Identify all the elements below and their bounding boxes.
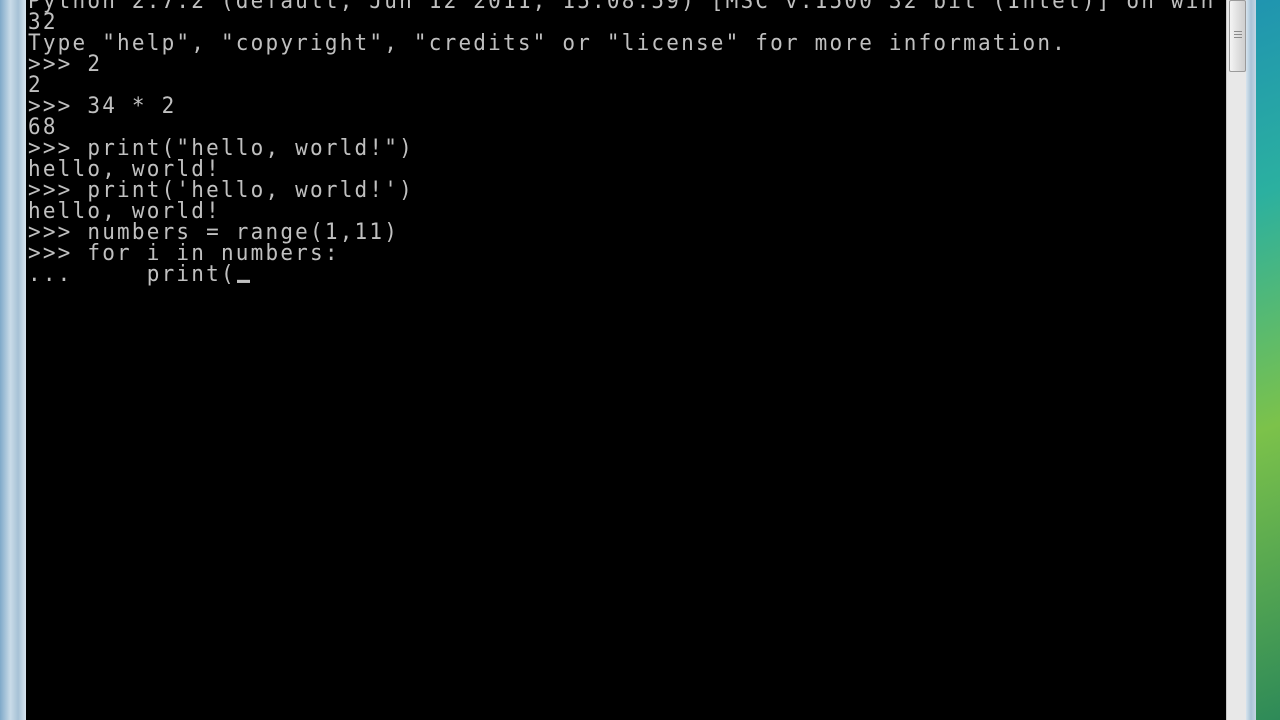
console-line-input: >>> 34 * 2: [28, 92, 177, 119]
console-line-input: >>> print('hello, world!'): [28, 176, 414, 203]
python-console[interactable]: Python 2.7.2 (default, Jun 12 2011, 15:0…: [26, 0, 1226, 720]
console-line-input: >>> print("hello, world!"): [28, 134, 414, 161]
window-frame-right: [1246, 0, 1256, 720]
console-line-banner: Python 2.7.2 (default, Jun 12 2011, 15:0…: [28, 0, 1216, 14]
console-line-input: >>> for i in numbers:: [28, 239, 340, 266]
vertical-scrollbar[interactable]: [1226, 0, 1247, 720]
console-line-input: >>> 2: [28, 50, 103, 77]
grip-line: [1234, 37, 1242, 38]
console-current-input-line[interactable]: ... print(: [28, 261, 1215, 286]
grip-line: [1234, 34, 1242, 35]
console-line-input: >>> numbers = range(1,11): [28, 218, 400, 245]
scrollbar-thumb[interactable]: [1229, 0, 1246, 72]
console-current-input-text[interactable]: ... print(: [28, 261, 236, 286]
console-line-output: 2: [28, 71, 43, 98]
text-cursor: [236, 279, 250, 283]
console-line-output: hello, world!: [28, 197, 221, 224]
console-line-help: Type "help", "copyright", "credits" or "…: [28, 29, 1068, 56]
console-line-output: hello, world!: [28, 155, 221, 182]
console-line-banner-wrap: 32: [28, 8, 58, 35]
console-output: Python 2.7.2 (default, Jun 12 2011, 15:0…: [28, 0, 1216, 286]
grip-line: [1234, 31, 1242, 32]
desktop-background: Python 2.7.2 (default, Jun 12 2011, 15:0…: [0, 0, 1280, 720]
console-line-output: 68: [28, 113, 58, 140]
window-frame-left: [0, 0, 26, 720]
